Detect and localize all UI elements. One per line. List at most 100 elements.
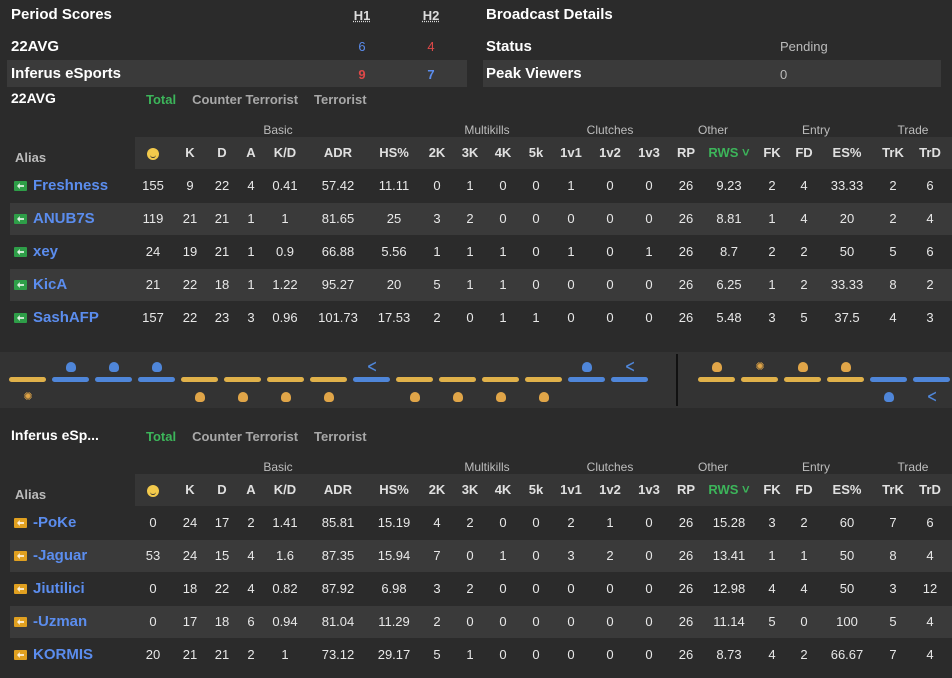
stat-k: 22 <box>182 277 198 292</box>
column-header-rp[interactable]: RP <box>671 137 701 169</box>
player-alias-link[interactable]: -Jaguar <box>33 540 87 572</box>
player-row[interactable]: KicA 21 22 18 1 1.22 95.27 20 5 1 1 0 0 0 0 26 6.25 1 2 33.… <box>10 269 952 301</box>
stat-v1: 0 <box>567 277 575 292</box>
column-header-v2[interactable]: 1v2 <box>594 137 626 169</box>
column-header-trk[interactable]: TrK <box>878 474 908 506</box>
stat-kd: 0.82 <box>272 581 298 596</box>
column-header-k4[interactable]: 4K <box>489 137 517 169</box>
alias-header[interactable]: Alias <box>15 487 46 502</box>
round-bar[interactable] <box>568 377 605 382</box>
column-header-v2[interactable]: 1v2 <box>594 474 626 506</box>
round-bar[interactable] <box>784 377 821 382</box>
round-bar[interactable] <box>181 377 218 382</box>
column-header-d[interactable]: D <box>207 474 237 506</box>
player-row[interactable]: -Jaguar 53 24 15 4 1.6 87.35 15.94 7 0 1 0 3 2 0 26 13.4… <box>10 540 952 572</box>
column-header-hs[interactable]: HS% <box>372 137 416 169</box>
column-header-fd[interactable]: FD <box>790 137 818 169</box>
round-bar[interactable] <box>353 377 390 382</box>
player-alias-link[interactable]: xey <box>33 236 58 268</box>
round-bar[interactable] <box>870 377 907 382</box>
column-header-v1[interactable]: 1v1 <box>555 474 587 506</box>
player-row[interactable]: KORMIS 20 21 21 2 1 73.12 29.17 5 1 0 0 0 0 0 26 8.73 4 2 6… <box>10 639 952 671</box>
round-bar[interactable] <box>741 377 778 382</box>
round-bar[interactable] <box>396 377 433 382</box>
tab-terrorist[interactable]: Terrorist <box>314 429 367 444</box>
alias-header[interactable]: Alias <box>15 150 46 165</box>
player-alias-link[interactable]: ANUB7S <box>33 203 95 235</box>
column-header-k[interactable]: K <box>175 474 205 506</box>
column-header-k5[interactable]: 5k <box>522 474 550 506</box>
round-bar[interactable] <box>52 377 89 382</box>
column-header-adr[interactable]: ADR <box>314 474 362 506</box>
column-header-v3[interactable]: 1v3 <box>633 474 665 506</box>
player-alias-link[interactable]: Freshness <box>33 170 108 202</box>
round-bar[interactable] <box>224 377 261 382</box>
column-header-d[interactable]: D <box>207 137 237 169</box>
tab-counter-terrorist[interactable]: Counter Terrorist <box>192 92 298 107</box>
column-header-a[interactable]: A <box>239 474 263 506</box>
player-row[interactable]: ANUB7S 119 21 21 1 1 81.65 25 3 2 0 0 0 0 0 26 8.81 1 4 20 2… <box>10 203 952 235</box>
round-bar[interactable] <box>611 377 648 382</box>
half-1-header[interactable]: H1 <box>347 8 377 23</box>
player-alias-link[interactable]: KORMIS <box>33 639 93 671</box>
round-bar[interactable] <box>95 377 132 382</box>
tab-total[interactable]: Total <box>146 92 176 107</box>
round-bar[interactable] <box>439 377 476 382</box>
column-header-trk[interactable]: TrK <box>878 137 908 169</box>
round-bar[interactable] <box>310 377 347 382</box>
column-header-kd[interactable]: K/D <box>267 474 303 506</box>
player-row[interactable]: Jiutilici 0 18 22 4 0.82 87.92 6.98 3 2 0 0 0 0 0 26 12.… <box>10 573 952 605</box>
column-header-rws[interactable]: RWS ˅ <box>706 137 752 169</box>
stat-adr: 95.27 <box>321 277 355 292</box>
column-header-v3[interactable]: 1v3 <box>633 137 665 169</box>
column-header-trd[interactable]: TrD <box>915 137 945 169</box>
player-row[interactable]: Freshness 155 9 22 4 0.41 57.42 11.11 0 1 0 0 1 0 0 26 9… <box>10 170 952 202</box>
round-bar[interactable] <box>698 377 735 382</box>
round-bar[interactable] <box>827 377 864 382</box>
column-header-k[interactable]: K <box>175 137 205 169</box>
column-header-smile[interactable] <box>138 137 168 169</box>
column-header-kd[interactable]: K/D <box>267 137 303 169</box>
column-header-fd[interactable]: FD <box>790 474 818 506</box>
player-row[interactable]: -Uzman 0 17 18 6 0.94 81.04 11.29 2 0 0 0 0 0 0 26 11.14… <box>10 606 952 638</box>
column-header-trd[interactable]: TrD <box>915 474 945 506</box>
player-row[interactable]: SashAFP 157 22 23 3 0.96 101.73 17.53 2 0 1 1 0 0 0 26 5… <box>10 302 952 334</box>
round-bar[interactable] <box>138 377 175 382</box>
column-header-k2[interactable]: 2K <box>423 137 451 169</box>
player-alias-link[interactable]: -PoKe <box>33 507 76 539</box>
half-2-header[interactable]: H2 <box>416 8 446 23</box>
player-alias-link[interactable]: SashAFP <box>33 302 99 334</box>
column-header-rws[interactable]: RWS ˅ <box>706 474 752 506</box>
player-row[interactable]: xey 24 19 21 1 0.9 66.88 5.56 1 1 1 0 1 0 1 26 8.7 2 2 50 5 6 <box>10 236 952 268</box>
player-alias-link[interactable]: Jiutilici <box>33 573 85 605</box>
tab-counter-terrorist[interactable]: Counter Terrorist <box>192 429 298 444</box>
round-bar[interactable] <box>525 377 562 382</box>
player-row[interactable]: -PoKe 0 24 17 2 1.41 85.81 15.19 4 2 0 0 2 1 0 26 15.28 3… <box>10 507 952 539</box>
column-header-k3[interactable]: 3K <box>456 137 484 169</box>
column-header-adr[interactable]: ADR <box>314 137 362 169</box>
column-header-k5[interactable]: 5k <box>522 137 550 169</box>
column-header-a[interactable]: A <box>239 137 263 169</box>
round-bar[interactable] <box>9 377 46 382</box>
column-header-fk[interactable]: FK <box>758 474 786 506</box>
round-bar[interactable] <box>267 377 304 382</box>
round-bar[interactable] <box>482 377 519 382</box>
column-header-v1[interactable]: 1v1 <box>555 137 587 169</box>
stat-rp: 26 <box>678 178 694 193</box>
stat-fk: 1 <box>768 548 776 563</box>
tab-terrorist[interactable]: Terrorist <box>314 92 367 107</box>
column-header-k3[interactable]: 3K <box>456 474 484 506</box>
column-header-rp[interactable]: RP <box>671 474 701 506</box>
player-alias-link[interactable]: KicA <box>33 269 67 301</box>
stat-k: 22 <box>182 310 198 325</box>
column-header-k2[interactable]: 2K <box>423 474 451 506</box>
column-header-es[interactable]: ES% <box>824 137 870 169</box>
column-header-smile[interactable] <box>138 474 168 506</box>
column-header-es[interactable]: ES% <box>824 474 870 506</box>
tab-total[interactable]: Total <box>146 429 176 444</box>
player-alias-link[interactable]: -Uzman <box>33 606 87 638</box>
round-bar[interactable] <box>913 377 950 382</box>
column-header-hs[interactable]: HS% <box>372 474 416 506</box>
column-header-k4[interactable]: 4K <box>489 474 517 506</box>
column-header-fk[interactable]: FK <box>758 137 786 169</box>
